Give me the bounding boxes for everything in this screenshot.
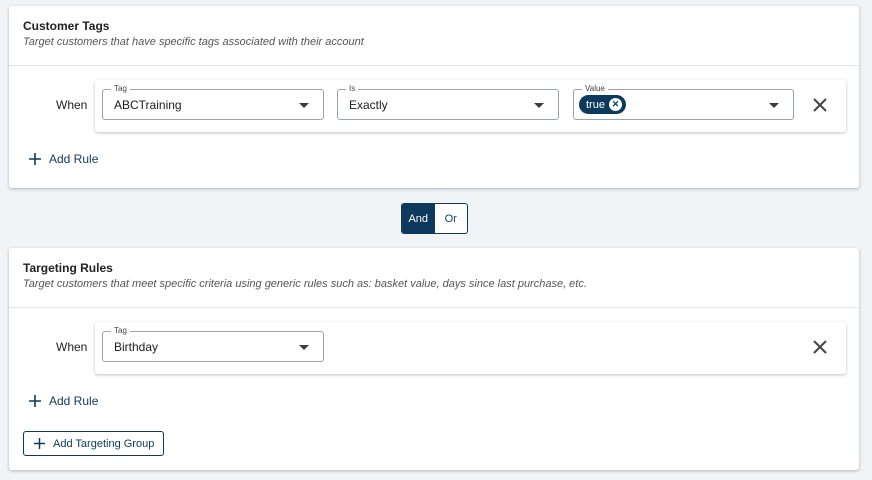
tag-select[interactable]: Tag ABCTraining bbox=[102, 83, 324, 120]
is-select-value: Exactly bbox=[349, 98, 388, 112]
when-label: When bbox=[56, 98, 88, 112]
targeting-tag-label: Tag bbox=[111, 325, 130, 337]
customer-tags-card: Customer Tags Target customers that have… bbox=[9, 6, 859, 188]
is-select[interactable]: Is Exactly bbox=[337, 83, 559, 120]
add-targeting-group-label: Add Targeting Group bbox=[53, 437, 155, 450]
customer-tags-description: Target customers that have specific tags… bbox=[23, 36, 364, 48]
is-select-label: Is bbox=[346, 83, 359, 95]
chip-remove-icon[interactable]: ✕ bbox=[608, 98, 622, 111]
targeting-rules-card: Targeting Rules Target customers that me… bbox=[9, 248, 859, 470]
close-icon bbox=[813, 98, 827, 112]
targeting-rules-title: Targeting Rules bbox=[23, 261, 113, 275]
plus-icon bbox=[29, 153, 41, 165]
value-chip-label: true bbox=[586, 98, 605, 111]
or-toggle-option[interactable]: Or bbox=[435, 204, 468, 233]
logic-toggle: And Or bbox=[401, 203, 468, 234]
remove-rule-button[interactable] bbox=[811, 96, 829, 114]
targeting-tag-select[interactable]: Tag Birthday bbox=[102, 325, 324, 362]
tag-select-label: Tag bbox=[111, 83, 130, 95]
caret-down-icon bbox=[534, 103, 544, 108]
value-chip: true ✕ bbox=[579, 95, 626, 114]
and-toggle-option[interactable]: And bbox=[402, 204, 435, 233]
customer-tags-header: Customer Tags Target customers that have… bbox=[9, 6, 859, 66]
targeting-tag-value: Birthday bbox=[114, 340, 159, 354]
targeting-rules-description: Target customers that meet specific crit… bbox=[23, 278, 587, 290]
add-rule-button[interactable]: Add Rule bbox=[29, 394, 98, 408]
caret-down-icon bbox=[299, 345, 309, 350]
customer-tags-title: Customer Tags bbox=[23, 19, 110, 33]
targeting-rule-row: Tag Birthday bbox=[95, 322, 846, 374]
plus-icon bbox=[29, 395, 41, 407]
add-rule-label: Add Rule bbox=[49, 152, 99, 166]
caret-down-icon bbox=[299, 103, 309, 108]
add-rule-label: Add Rule bbox=[49, 394, 99, 408]
targeting-rules-header: Targeting Rules Target customers that me… bbox=[9, 248, 859, 308]
close-icon bbox=[813, 340, 827, 354]
caret-down-icon bbox=[769, 103, 779, 108]
value-multiselect-label: Value bbox=[582, 83, 608, 95]
add-rule-button[interactable]: Add Rule bbox=[29, 152, 98, 166]
remove-rule-button[interactable] bbox=[811, 338, 829, 356]
tag-select-value: ABCTraining bbox=[114, 98, 182, 112]
plus-icon bbox=[34, 438, 45, 449]
customer-tag-rule-row: Tag ABCTraining Is Exactly Value true ✕ bbox=[95, 80, 846, 132]
add-targeting-group-button[interactable]: Add Targeting Group bbox=[23, 431, 164, 456]
when-label: When bbox=[56, 340, 88, 354]
value-multiselect[interactable]: Value true ✕ bbox=[573, 83, 794, 120]
